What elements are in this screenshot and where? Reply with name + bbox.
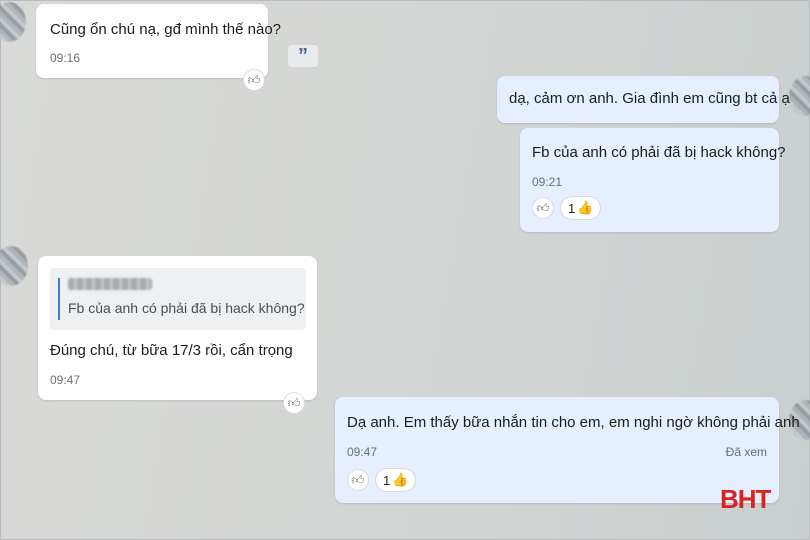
message-text: Cũng ổn chú nạ, gđ mình thế nào?	[50, 21, 282, 38]
seen-status: Đã xem	[725, 445, 767, 459]
incoming-message[interactable]: Cũng ổn chú nạ, gđ mình thế nào? 09:16	[36, 4, 281, 78]
reaction-count-badge[interactable]: 1 👍	[561, 197, 601, 219]
message-text: dạ, cảm ơn anh. Gia đình em cũng bt cả ạ	[509, 90, 790, 107]
outgoing-message[interactable]: dạ, cảm ơn anh. Gia đình em cũng bt cả ạ	[497, 76, 790, 123]
thumbs-up-outline-icon: 👍︎	[351, 472, 365, 487]
quoted-text: Fb của anh có phải đã bị hack không?	[68, 300, 305, 316]
outgoing-message[interactable]: Fb của anh có phải đã bị hack không? 09:…	[520, 128, 786, 232]
message-time: 09:21	[532, 175, 563, 189]
watermark-logo: BHT	[720, 484, 771, 514]
react-button[interactable]: 👍︎	[348, 470, 368, 490]
message-time: 09:47	[50, 373, 81, 387]
react-button[interactable]: 👍︎	[284, 393, 304, 413]
quoted-message[interactable]: Fb của anh có phải đã bị hack không?	[50, 268, 306, 330]
incoming-message[interactable]: Fb của anh có phải đã bị hack không? Đún…	[38, 256, 317, 400]
message-time: 09:47	[347, 445, 378, 459]
thumbs-up-emoji-icon: 👍	[392, 472, 409, 487]
thumbs-up-outline-icon: 👍︎	[287, 395, 301, 410]
thumbs-up-emoji-icon: 👍	[577, 200, 594, 215]
reaction-count: 1	[568, 200, 576, 216]
quote-button[interactable]: ”	[288, 45, 318, 67]
thumbs-up-outline-icon: 👍︎	[536, 200, 550, 215]
reaction-count: 1	[383, 472, 391, 488]
message-text: Fb của anh có phải đã bị hack không?	[532, 144, 786, 161]
react-button[interactable]: 👍︎	[244, 70, 264, 90]
react-button[interactable]: 👍︎	[533, 198, 553, 218]
quote-icon: ”	[298, 44, 308, 67]
message-time: 09:16	[50, 51, 81, 65]
quoted-sender-name-blurred	[68, 278, 152, 290]
quote-accent-bar	[58, 278, 60, 320]
message-text: Đúng chú, từ bữa 17/3 rồi, cẩn trọng	[50, 342, 293, 359]
reaction-count-badge[interactable]: 1 👍	[376, 469, 416, 491]
message-text: Dạ anh. Em thấy bữa nhắn tin cho em, em …	[347, 414, 800, 431]
thumbs-up-outline-icon: 👍︎	[247, 72, 261, 87]
